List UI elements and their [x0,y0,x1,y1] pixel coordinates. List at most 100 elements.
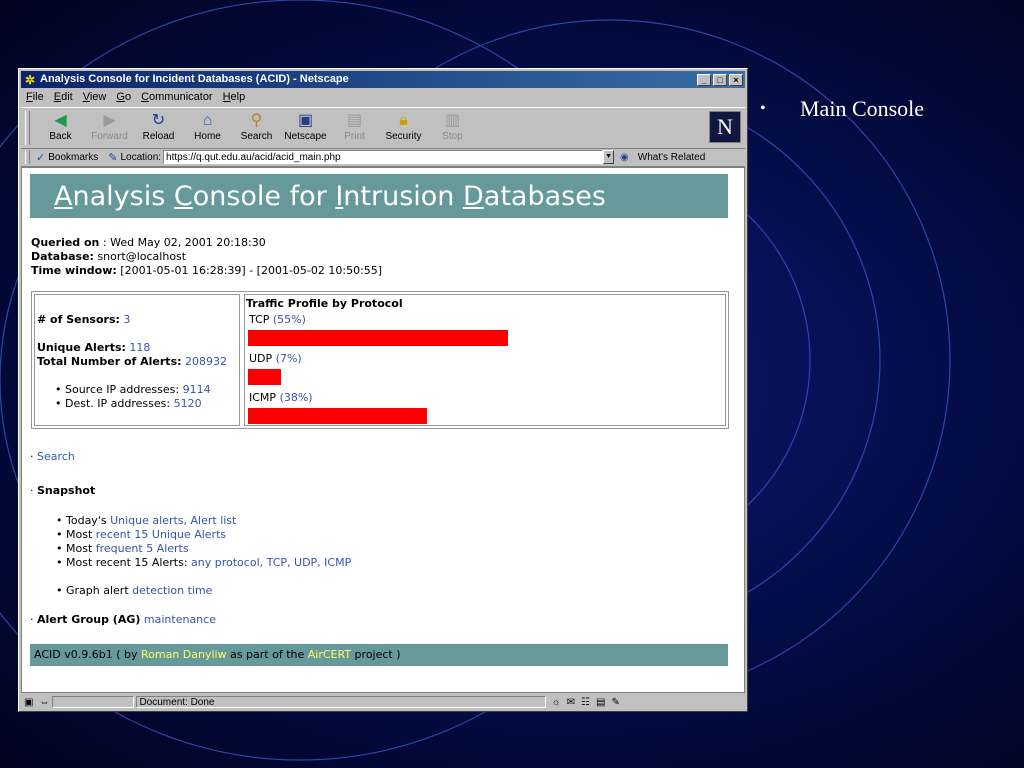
security-label: Security [385,131,422,142]
menu-help[interactable]: Help [218,89,251,105]
minimize-button[interactable]: _ [697,73,711,86]
netscape-button[interactable]: ▣ Netscape [281,108,330,142]
menu-go[interactable]: Go [111,89,136,105]
mail-icon[interactable]: ✉ [567,697,575,708]
query-meta: Queried on : Wed May 02, 2001 20:18:30 D… [31,236,382,278]
stop-icon: ▥ [444,112,461,129]
security-status-icon[interactable]: ▣ [24,697,33,708]
title-initial-c: C [173,181,193,212]
time-window-label: Time window: [31,264,117,277]
dst-ip-link[interactable]: 5120 [174,397,202,410]
total-alerts-link[interactable]: 208932 [185,355,227,368]
bookmarks-button[interactable]: Bookmarks [48,152,98,163]
udp-label: UDP [249,352,273,365]
location-icon: ✎ [108,151,118,164]
author-link[interactable]: Roman Danyliw [141,648,227,661]
progress-cell [52,696,135,708]
traffic-profile-cell: Traffic Profile by Protocol TCP (55%) UD… [244,294,726,426]
tcp-bar [248,330,508,346]
today-alert-list-link[interactable]: Alert list [191,514,237,527]
udp-pct-link[interactable]: (7%) [276,352,302,365]
icmp-pct-link[interactable]: (38%) [280,391,313,404]
status-text: Document: Done [136,696,547,708]
close-button[interactable]: × [729,73,743,86]
traffic-profile-title: Traffic Profile by Protocol [246,297,403,310]
forward-label: Forward [91,131,128,142]
unique-row: Unique Alerts: 118 [37,341,150,354]
menu-view[interactable]: View [78,89,112,105]
composer-icon[interactable]: ▤ [596,697,605,708]
icmp-row: ICMP (38%) [249,391,313,404]
page-title: Analysis Console for Intrusion Databases [54,182,606,212]
lock-icon: 🔒︎ [399,112,408,129]
title-bar[interactable]: ✲ Analysis Console for Incident Database… [21,71,745,88]
dst-ip-label: Dest. IP addresses: [65,397,171,410]
url-dropdown-button[interactable]: ▼ [603,150,615,164]
print-label: Print [344,131,365,142]
forward-button[interactable]: ▶ Forward [85,108,134,142]
netscape-logo[interactable]: N [709,111,741,143]
detection-time-link[interactable]: detection time [132,584,212,597]
list-item: • Most recent 15 Alerts: any protocol, T… [56,556,352,569]
toolbar-grip[interactable] [25,111,30,145]
src-ip-link[interactable]: 9114 [183,383,211,396]
stats-table: # of Sensors: 3 Unique Alerts: 118 Total… [31,291,729,429]
menu-edit[interactable]: Edit [49,89,78,105]
any-protocol-link[interactable]: any protocol [191,556,260,569]
alert-group-label: Alert Group (AG) [37,613,141,626]
tcp-row: TCP (55%) [249,313,306,326]
tcp-link[interactable]: TCP [267,556,287,569]
menu-file[interactable]: File [21,89,49,105]
queried-value: : Wed May 02, 2001 20:18:30 [99,236,266,249]
maximize-button[interactable]: □ [713,73,727,86]
icmp-label: ICMP [249,391,277,404]
navigation-toolbar: ◀ Back ▶ Forward ↻ Reload ⌂ Home ⚲ Searc… [21,107,745,149]
list-item: • Most frequent 5 Alerts [56,542,189,555]
dst-ip-row: • Dest. IP addresses: 5120 [55,397,202,410]
edit-icon[interactable]: ✎ [611,697,619,708]
back-button[interactable]: ◀ Back [36,108,85,142]
unique-label: Unique Alerts: [37,341,126,354]
recent-unique-alerts-link[interactable]: recent 15 Unique Alerts [96,528,226,541]
aircert-link[interactable]: AirCERT [308,648,351,661]
whats-related-button[interactable]: What's Related [638,152,706,163]
print-button[interactable]: ▤ Print [330,108,379,142]
footer-prefix: ACID v0.9.6b1 ( by [34,648,141,661]
search-section: · Search [30,450,75,463]
today-prefix: Today's [66,514,111,527]
summary-cell: # of Sensors: 3 Unique Alerts: 118 Total… [34,294,240,426]
search-button[interactable]: ⚲ Search [232,108,281,142]
page-content: Analysis Console for Intrusion Databases… [21,167,745,693]
today-unique-alerts-link[interactable]: Unique alerts [110,514,183,527]
security-button[interactable]: 🔒︎ Security [379,108,428,142]
frequent-alerts-link[interactable]: frequent 5 Alerts [96,542,189,555]
database-value: snort@localhost [93,250,187,263]
stop-button[interactable]: ▥ Stop [428,108,477,142]
connection-icon: ⇔ [39,696,50,708]
reload-icon: ↻ [151,112,166,129]
home-label: Home [194,131,221,142]
url-input[interactable]: https://q.qut.edu.au/acid/acid_main.php [163,150,604,164]
title-word-1: nalysis [72,181,174,212]
page-banner: Analysis Console for Intrusion Databases [30,174,728,218]
icmp-link[interactable]: ICMP [324,556,351,569]
database-label: Database: [31,250,94,263]
menu-communicator[interactable]: Communicator [136,89,218,105]
maintenance-link[interactable]: maintenance [144,613,216,626]
sensors-label: # of Sensors: [37,313,120,326]
unique-alerts-link[interactable]: 118 [129,341,150,354]
src-ip-label: Source IP addresses: [65,383,180,396]
home-button[interactable]: ⌂ Home [183,108,232,142]
stop-label: Stop [442,131,463,142]
title-word-2: onsole for [192,181,336,212]
search-link[interactable]: Search [37,450,75,463]
reload-button[interactable]: ↻ Reload [134,108,183,142]
location-label: Location: [120,151,162,163]
location-grip[interactable] [25,150,30,164]
search-label: Search [240,131,273,142]
tcp-pct-link[interactable]: (55%) [273,313,306,326]
search-icon: ⚲ [250,112,263,129]
udp-link[interactable]: UDP [294,556,317,569]
sensors-link[interactable]: 3 [123,313,130,326]
discussion-icon[interactable]: ☷ [581,697,590,708]
